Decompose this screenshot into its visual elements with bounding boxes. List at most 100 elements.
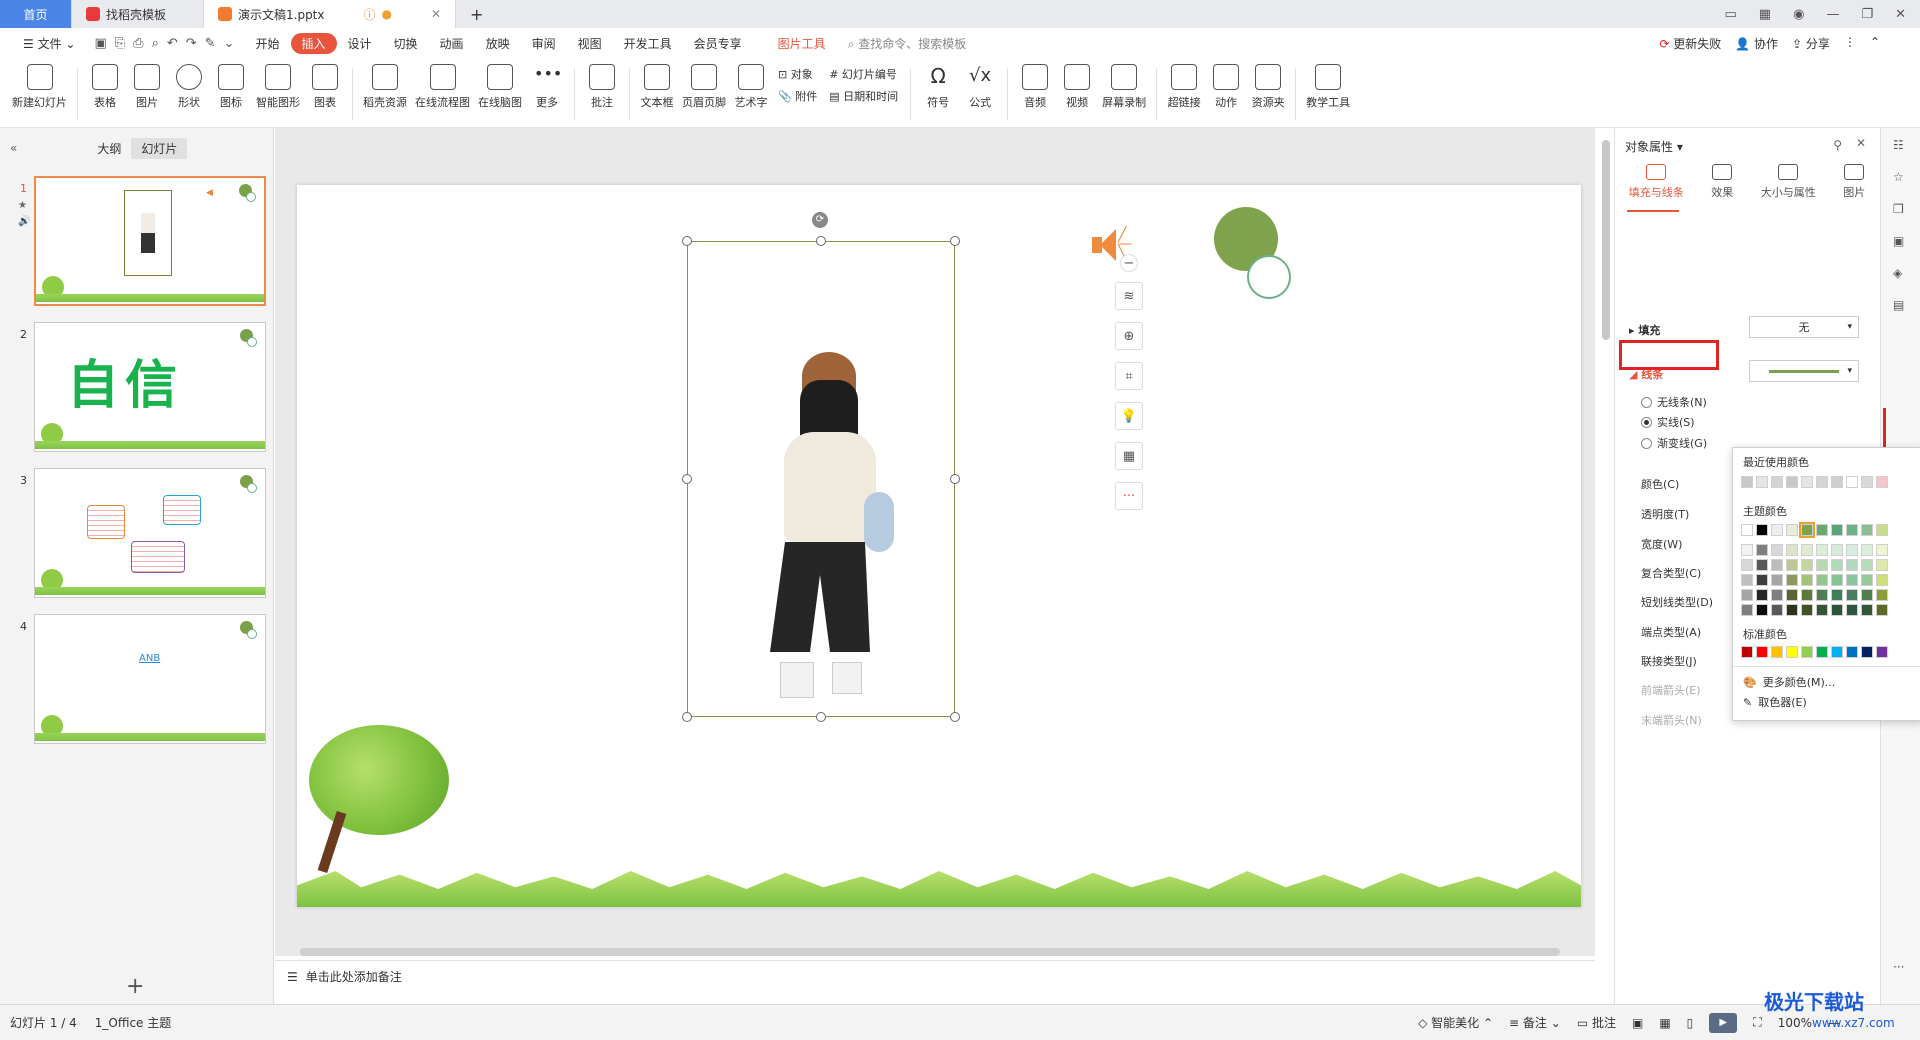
hyperlink-button[interactable]: 超链接 [1167,64,1201,110]
theme-shade-swatch[interactable] [1831,544,1843,556]
recent-color-swatch[interactable] [1741,476,1753,488]
animation-pane-icon[interactable]: ☆ [1893,170,1904,184]
crop-icon[interactable]: ⌗ [1115,362,1143,390]
preview-icon[interactable]: ⌕ [152,36,159,51]
collapse-ribbon-icon[interactable]: ⌃ [1870,35,1880,52]
theme-color-swatch[interactable] [1831,524,1843,536]
theme-shade-swatch[interactable] [1801,589,1813,601]
standard-color-swatch[interactable] [1816,646,1828,658]
screen-record-button[interactable]: 屏幕录制 [1102,64,1146,110]
file-menu[interactable]: ☰ 文件 ⌄ [12,35,86,52]
theme-shade-swatch[interactable] [1861,589,1873,601]
minimize-icon[interactable]: — [1826,7,1839,22]
tab-home[interactable]: 首页 [0,0,72,28]
shape-button[interactable]: 形状 [172,64,206,110]
resize-handle-se[interactable] [950,712,960,722]
theme-shade-swatch[interactable] [1756,544,1768,556]
tab-size[interactable]: 大小与属性 [1761,164,1816,200]
pin-icon[interactable]: ⚲ [1833,138,1842,152]
tab-picture[interactable]: 图片 [1843,164,1865,200]
theme-shade-swatch[interactable] [1846,589,1858,601]
theme-color-swatch[interactable] [1876,524,1888,536]
smart-beautify-button[interactable]: ◇ 智能美化 ⌃ [1418,1014,1493,1031]
location-icon[interactable]: ◈ [1893,266,1902,280]
theme-color-swatch[interactable] [1816,524,1828,536]
theme-shade-swatch[interactable] [1756,559,1768,571]
update-status[interactable]: ⟳ 更新失败 [1659,35,1721,52]
audio-button[interactable]: 音频 [1018,64,1052,110]
normal-view-icon[interactable]: ▣ [1632,1016,1643,1030]
recent-color-swatch[interactable] [1756,476,1768,488]
theme-shade-swatch[interactable] [1756,574,1768,586]
tab-document[interactable]: 演示文稿1.pptx ⓘ ● ✕ [204,0,456,28]
more-colors-button[interactable]: 🎨 更多颜色(M)... [1743,674,1835,690]
theme-shade-swatch[interactable] [1831,604,1843,616]
command-search[interactable]: ⌕ 查找命令、搜索模板 [837,35,978,52]
fill-select[interactable]: 无 ▾ [1749,316,1859,338]
theme-shade-swatch[interactable] [1876,544,1888,556]
theme-shade-swatch[interactable] [1861,544,1873,556]
radio-solid-line[interactable]: 实线(S) [1641,414,1695,430]
theme-shade-swatch[interactable] [1771,544,1783,556]
format-painter-icon[interactable]: ✎ [205,36,216,51]
radio-no-line[interactable]: 无线条(N) [1641,394,1707,410]
theme-shade-swatch[interactable] [1861,559,1873,571]
theme-shade-swatch[interactable] [1816,604,1828,616]
more-quick-icon[interactable]: ⌄ [224,36,235,51]
header-footer-button[interactable]: 页眉页脚 [682,64,726,110]
resize-handle-sw[interactable] [682,712,692,722]
theme-shade-swatch[interactable] [1876,559,1888,571]
theme-shade-swatch[interactable] [1831,559,1843,571]
theme-shade-swatch[interactable] [1831,589,1843,601]
tab-slides[interactable]: 幻灯片 [131,137,188,159]
theme-shade-swatch[interactable] [1771,604,1783,616]
standard-color-swatch[interactable] [1861,646,1873,658]
theme-shade-swatch[interactable] [1756,589,1768,601]
smart-art-button[interactable]: 智能图形 [256,64,300,110]
collapse-float-icon[interactable]: − [1120,254,1138,272]
flowchart-button[interactable]: 在线流程图 [415,64,470,110]
print-icon[interactable]: ⎙ [133,36,143,51]
properties-icon[interactable]: ☷ [1893,138,1904,152]
more-float-icon[interactable]: ··· [1115,482,1143,510]
comment-toggle-button[interactable]: ▭ 批注 [1577,1014,1616,1031]
picture-convert-icon[interactable]: ▦ [1115,442,1143,470]
tab-outline[interactable]: 大纲 [87,138,131,159]
comment-button[interactable]: 批注 [585,64,619,110]
recent-color-swatch[interactable] [1861,476,1873,488]
tab-fill-line[interactable]: 填充与线条 [1629,164,1684,200]
menu-start[interactable]: 开始 [244,35,290,52]
eyedropper-button[interactable]: ✎ 取色器(E) [1743,694,1807,710]
theme-shade-swatch[interactable] [1741,574,1753,586]
radio-gradient-line[interactable]: 渐变线(G) [1641,435,1707,451]
collaborate-button[interactable]: 👤 协作 [1735,35,1778,52]
theme-shade-swatch[interactable] [1861,574,1873,586]
layer-icon[interactable]: ≋ [1115,282,1143,310]
slide-thumbnail-1[interactable]: 1 ★ 🔊 ◀ [8,176,270,310]
theme-shade-swatch[interactable] [1831,574,1843,586]
slide-thumbnail-2[interactable]: 2 自信 [8,322,270,456]
slide-canvas[interactable]: ╱ — ╲ ⟳ [297,185,1581,907]
close-pane-icon[interactable]: ✕ [1856,136,1866,150]
menu-design[interactable]: 设计 [337,35,383,52]
theme-color-swatch[interactable] [1756,524,1768,536]
resource-folder-button[interactable]: 资源夹 [1251,64,1285,110]
idea-bulb-icon[interactable]: 💡 [1115,402,1143,430]
fit-window-icon[interactable]: ⛶ [1753,1015,1761,1030]
theme-shade-swatch[interactable] [1771,574,1783,586]
menu-member[interactable]: 会员专享 [683,35,753,52]
theme-shade-swatch[interactable] [1816,574,1828,586]
theme-shade-swatch[interactable] [1741,604,1753,616]
new-tab-button[interactable]: + [456,0,497,28]
pane-title[interactable]: 对象属性 ▾ [1625,138,1683,155]
fill-section[interactable]: ▸ 填充 [1629,322,1660,338]
standard-color-swatch[interactable] [1876,646,1888,658]
theme-shade-swatch[interactable] [1801,574,1813,586]
theme-shade-swatch[interactable] [1801,559,1813,571]
add-slide-button[interactable]: + [126,974,144,999]
standard-color-swatch[interactable] [1741,646,1753,658]
recent-color-swatch[interactable] [1771,476,1783,488]
menu-insert[interactable]: 插入 [290,32,337,54]
standard-color-swatch[interactable] [1786,646,1798,658]
theme-color-swatch[interactable] [1741,524,1753,536]
